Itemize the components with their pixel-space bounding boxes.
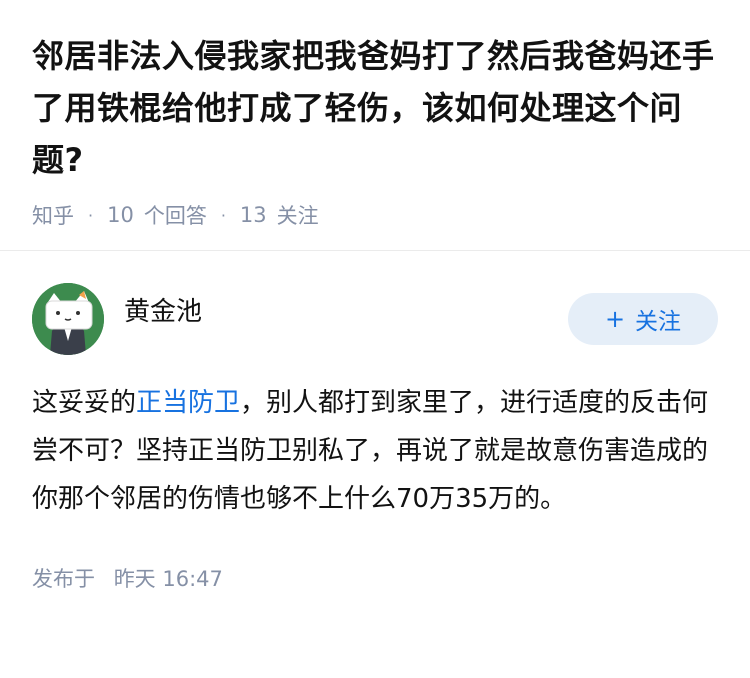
question-header: 邻居非法入侵我家把我爸妈打了然后我爸妈还手了用铁棍给他打成了轻伤，该如何处理这个… [0, 0, 750, 250]
question-title[interactable]: 邻居非法入侵我家把我爸妈打了然后我爸妈还手了用铁棍给他打成了轻伤，该如何处理这个… [32, 30, 718, 186]
avatar-cat-icon [32, 283, 104, 355]
content-link[interactable]: 正当防卫 [136, 388, 240, 418]
published-label: 发布于 [32, 567, 95, 591]
follow-count: 13 [239, 203, 267, 227]
separator-dot: · [220, 205, 226, 225]
published-time: 昨天 16:47 [113, 567, 223, 591]
follow-button-label: 关注 [635, 309, 682, 335]
avatar[interactable] [32, 283, 104, 355]
publish-info: 发布于 昨天 16:47 [32, 563, 718, 593]
answer-count-label: 个回答 [143, 204, 207, 228]
author-name[interactable]: 黄金池 [124, 291, 202, 328]
follow-button[interactable]: + 关注 [568, 293, 718, 345]
answer-count: 10 [107, 203, 134, 227]
follow-count-label: 关注 [276, 204, 319, 228]
answer-content: 这妥妥的正当防卫，别人都打到家里了，进行适度的反击何尝不可？坚持正当防卫别私了，… [32, 379, 718, 523]
answer-card: 黄金池 + 关注 这妥妥的正当防卫，别人都打到家里了，进行适度的反击何尝不可？坚… [0, 251, 750, 593]
author-info[interactable]: 黄金池 [32, 283, 202, 355]
question-meta: 知乎 · 10 个回答 · 13 关注 [32, 200, 718, 230]
source-label[interactable]: 知乎 [32, 200, 74, 230]
separator-dot: · [88, 205, 94, 225]
plus-icon: + [604, 305, 626, 333]
content-text: 这妥妥的 [32, 388, 137, 418]
author-row: 黄金池 + 关注 [32, 281, 718, 357]
